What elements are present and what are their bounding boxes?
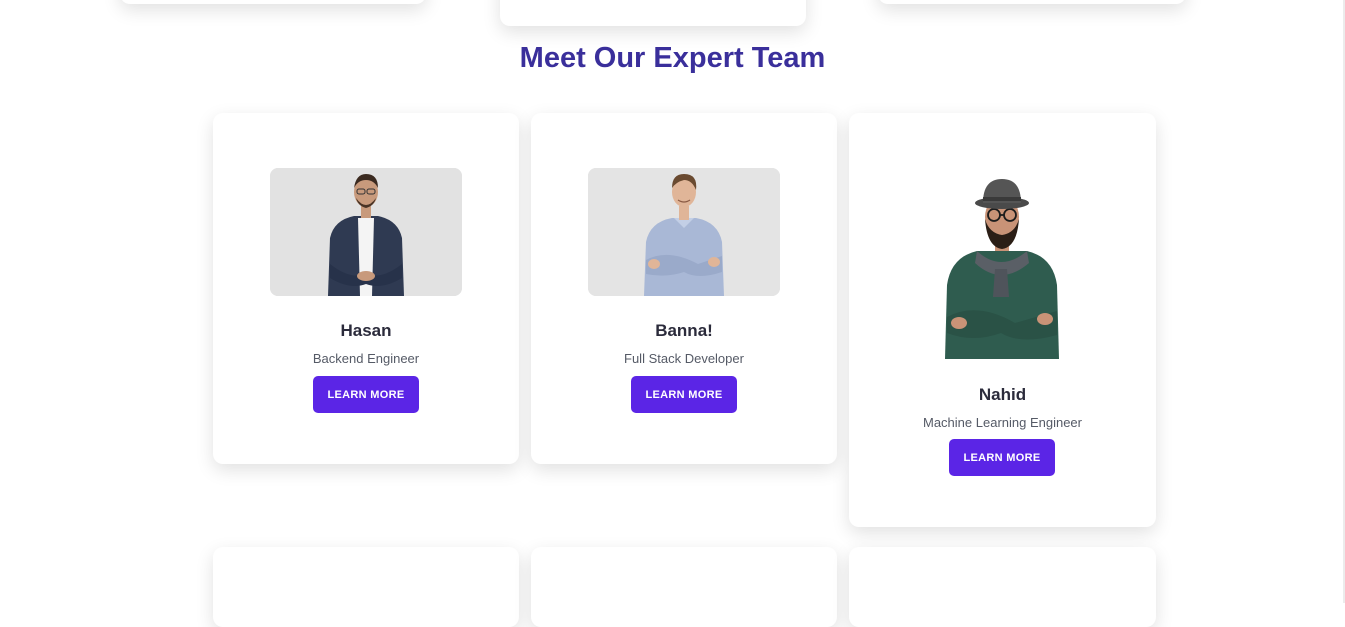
member-photo [270, 168, 462, 296]
team-member-card [849, 547, 1156, 627]
team-member-card: Banna! Full Stack Developer LEARN MORE [531, 113, 837, 464]
team-member-card [213, 547, 519, 627]
member-role: Machine Learning Engineer [923, 415, 1082, 430]
team-member-card: Nahid Machine Learning Engineer LEARN MO… [849, 113, 1156, 527]
member-name: Nahid [978, 385, 1027, 404]
learn-more-button[interactable]: LEARN MORE [949, 439, 1055, 476]
learn-more-button[interactable]: LEARN MORE [631, 376, 737, 413]
member-role: Full Stack Developer [624, 351, 744, 366]
member-photo [588, 168, 780, 296]
previous-section-card [878, 0, 1186, 4]
team-member-card [531, 547, 837, 627]
member-name: Banna! [655, 321, 713, 340]
member-role: Backend Engineer [312, 351, 420, 366]
section-title: Meet Our Expert Team [519, 42, 826, 74]
previous-section-card [500, 0, 806, 26]
member-photo [937, 173, 1067, 359]
learn-more-button[interactable]: LEARN MORE [313, 376, 419, 413]
member-name: Hasan [340, 321, 392, 340]
team-member-card: Hasan Backend Engineer LEARN MORE [213, 113, 519, 464]
previous-section-card [120, 0, 426, 4]
